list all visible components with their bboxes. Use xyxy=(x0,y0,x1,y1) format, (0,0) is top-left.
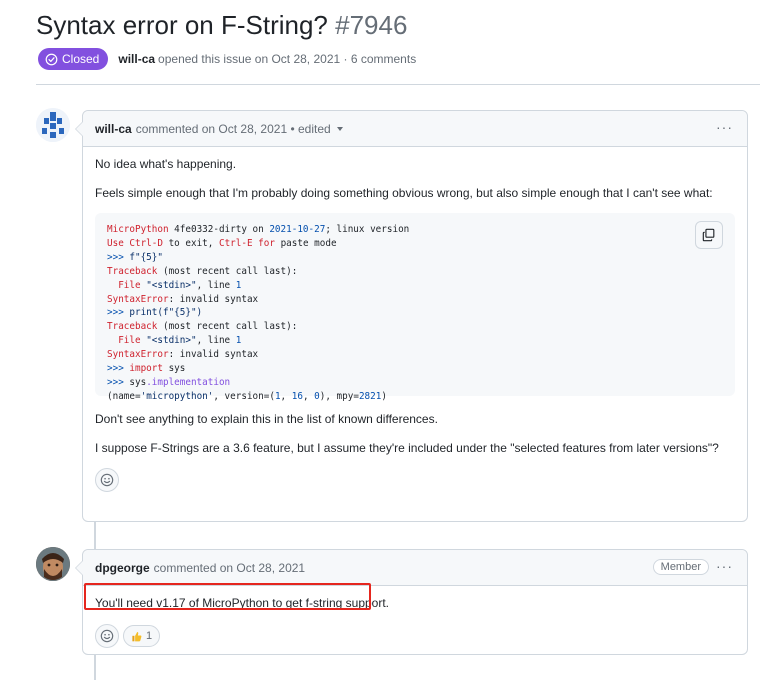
member-badge: Member xyxy=(652,559,709,575)
timeline-line xyxy=(94,521,96,549)
issue-meta: Closed will-ca opened this issue on Oct … xyxy=(38,48,416,70)
comment-action[interactable]: commented on Oct 28, 2021 xyxy=(154,561,305,575)
avatar-will-ca[interactable] xyxy=(36,108,70,142)
comment-will-ca: will-ca commented on Oct 28, 2021 • edit… xyxy=(75,110,748,522)
comment-action[interactable]: commented on Oct 28, 2021 • edited xyxy=(136,122,331,136)
reactions-row xyxy=(95,468,735,492)
issue-author-link[interactable]: will-ca xyxy=(118,52,155,66)
thumbsup-reaction[interactable]: 1 xyxy=(123,625,161,647)
reaction-count: 1 xyxy=(146,630,153,642)
code-content: MicroPython 4fe0332-dirty on 2021-10-27;… xyxy=(107,224,410,402)
comment-header: will-ca commented on Oct 28, 2021 • edit… xyxy=(83,111,747,147)
timeline-line xyxy=(94,654,96,680)
edited-dropdown-icon[interactable] xyxy=(336,126,343,131)
state-label: Closed xyxy=(62,52,100,66)
header-divider xyxy=(36,84,760,85)
avatar-dpgeorge[interactable] xyxy=(36,547,70,581)
copy-icon xyxy=(702,228,715,242)
comment-paragraph: I suppose F-Strings are a 3.6 feature, b… xyxy=(95,441,719,455)
reactions-row: 1 xyxy=(95,624,735,648)
issue-opened-text: opened this issue on Oct 28, 2021 · 6 co… xyxy=(158,52,417,66)
add-reaction-button[interactable] xyxy=(95,624,119,648)
comment-author-link[interactable]: dpgeorge xyxy=(95,561,150,575)
copy-button[interactable] xyxy=(695,221,723,249)
issue-number: #7946 xyxy=(335,10,408,40)
issue-title: Syntax error on F-String? #7946 xyxy=(36,10,407,41)
thumbsup-icon xyxy=(132,631,142,641)
code-block: MicroPython 4fe0332-dirty on 2021-10-27;… xyxy=(95,213,735,402)
comment-body: No idea what's happening. Feels simple e… xyxy=(83,157,747,492)
highlight-box xyxy=(84,583,371,610)
issue-closed-icon xyxy=(45,53,58,65)
kebab-horizontal-icon[interactable]: ··· xyxy=(716,558,733,574)
add-reaction-button[interactable] xyxy=(95,468,119,492)
avatar-photo xyxy=(36,547,70,581)
kebab-horizontal-icon[interactable]: ··· xyxy=(716,119,733,135)
comment-author-link[interactable]: will-ca xyxy=(95,122,132,136)
identicon-image xyxy=(36,108,70,142)
smiley-icon xyxy=(100,473,114,487)
comment-header: dpgeorge commented on Oct 28, 2021 Membe… xyxy=(83,550,747,586)
smiley-icon xyxy=(100,629,114,643)
comment-paragraph: Feels simple enough that I'm probably do… xyxy=(95,186,713,200)
state-badge: Closed xyxy=(38,48,109,70)
comment-paragraph: Don't see anything to explain this in th… xyxy=(95,412,438,426)
comment-paragraph: No idea what's happening. xyxy=(95,157,237,171)
issue-title-text: Syntax error on F-String? xyxy=(36,10,328,40)
